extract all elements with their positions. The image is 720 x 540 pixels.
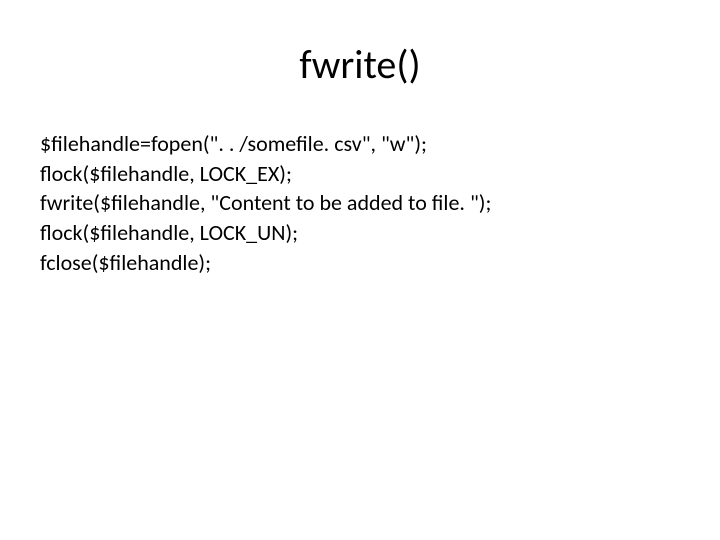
code-line: flock($filehandle, LOCK_EX); xyxy=(40,159,680,189)
slide: fwrite() $filehandle=fopen(". . /somefil… xyxy=(0,0,720,540)
code-line: fclose($filehandle); xyxy=(40,248,680,278)
code-line: fwrite($filehandle, "Content to be added… xyxy=(40,188,680,218)
code-line: flock($filehandle, LOCK_UN); xyxy=(40,218,680,248)
slide-title: fwrite() xyxy=(40,40,680,89)
code-line: $filehandle=fopen(". . /somefile. csv", … xyxy=(40,129,680,159)
code-block: $filehandle=fopen(". . /somefile. csv", … xyxy=(40,129,680,277)
